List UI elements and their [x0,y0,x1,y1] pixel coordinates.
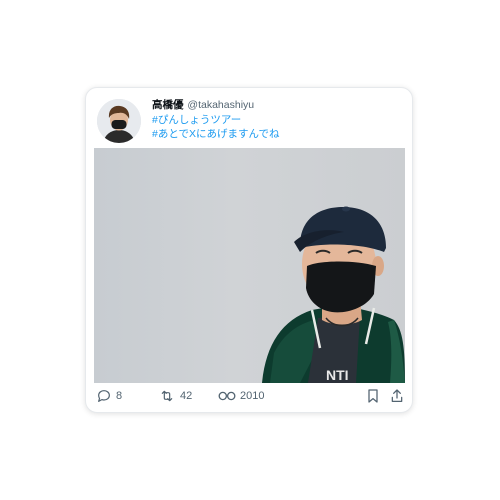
reply-icon [98,390,110,402]
tweet-actions: 8 42 2010 [94,386,404,406]
author-line: 高橋優 @takahashiyu [152,98,402,113]
reply-count: 8 [116,390,123,402]
views-count: 2010 [240,390,265,402]
retweet-icon [161,390,173,402]
avatar[interactable] [97,99,141,143]
share-icon [391,389,403,402]
display-name[interactable]: 高橋優 [152,99,184,111]
views-button[interactable]: 2010 [218,386,264,406]
tweet-header: 高橋優 @takahashiyu #ぴんしょうツアー #あとでXにあげますんでね [152,98,402,142]
share-button[interactable] [390,386,404,406]
tweet-card[interactable]: 高橋優 @takahashiyu #ぴんしょうツアー #あとでXにあげますんでね… [85,87,413,413]
bookmark-icon [368,389,378,403]
hashtag-link[interactable]: #ぴんしょうツアー [152,113,402,128]
user-handle[interactable]: @takahashiyu [187,99,254,111]
person-selfie-illustration: NTI [262,206,405,383]
retweet-button[interactable]: 42 [158,386,192,406]
retweet-count: 42 [180,390,193,402]
bookmark-button[interactable] [366,386,380,406]
tweet-photo[interactable]: NTI [94,148,405,383]
reply-button[interactable]: 8 [96,386,122,406]
avatar-image [97,99,141,143]
views-icon [218,391,236,401]
svg-text:NTI: NTI [326,367,349,383]
hashtag-link[interactable]: #あとでXにあげますんでね [152,127,402,142]
